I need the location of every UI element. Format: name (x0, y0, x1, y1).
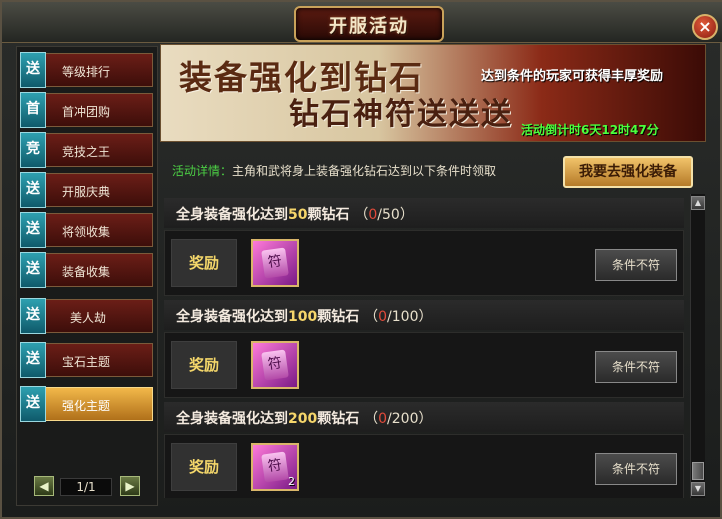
sidebar-item-general-collect[interactable]: 送 将领收集 (20, 212, 153, 248)
progress-total: /200） (387, 411, 433, 427)
claim-status-button[interactable]: 条件不符 (595, 453, 677, 485)
task-body: 奖励 符 条件不符 (164, 332, 684, 398)
progress-current: 0 (378, 411, 388, 427)
reward-label: 奖励 (171, 443, 237, 491)
task-prefix: 全身装备强化达到 (176, 207, 288, 223)
sidebar-item-beauty[interactable]: 送 美人劫 (20, 298, 153, 334)
progress-open: （ (354, 207, 369, 223)
rune-reward-icon[interactable]: 符 2 (251, 443, 299, 491)
banner-subheadline: 钻石神符送送送 (289, 97, 513, 132)
progress-current: 0 (368, 207, 378, 223)
progress-open: （ (364, 411, 379, 427)
scroll-down-icon[interactable]: ▼ (691, 482, 705, 496)
task-list: 全身装备强化达到50颗钻石 （0/50） 奖励 符 条件不符 全身装备强化达到1… (160, 194, 688, 498)
task-row: 全身装备强化达到50颗钻石 （0/50） 奖励 符 条件不符 (164, 198, 684, 298)
sidebar-item-gem-theme[interactable]: 送 宝石主题 (20, 342, 153, 378)
sidebar-item-first-charge[interactable]: 首 首冲团购 (20, 92, 153, 128)
progress-open: （ (364, 309, 379, 325)
task-title: 全身装备强化达到100颗钻石 （0/100） (176, 306, 432, 326)
sidebar-item-label: 开服庆典 (62, 185, 111, 199)
claim-status-button[interactable]: 条件不符 (595, 249, 677, 281)
close-icon[interactable]: × (692, 14, 718, 40)
sidebar-item-label: 首冲团购 (62, 105, 111, 119)
event-banner: 装备强化到钻石 钻石神符送送送 达到条件的玩家可获得丰厚奖励 活动倒计时6天12… (160, 44, 706, 142)
sidebar-item-label: 等级排行 (62, 65, 111, 79)
window-title: 开服活动 (329, 16, 409, 37)
gift-badge-icon: 送 (20, 52, 46, 88)
task-target-number: 100 (288, 309, 318, 325)
gift-badge-icon: 送 (20, 386, 46, 422)
rune-reward-icon[interactable]: 符 (251, 239, 299, 287)
gift-badge-icon: 送 (20, 212, 46, 248)
task-target-number: 50 (288, 207, 308, 223)
task-title: 全身装备强化达到200颗钻石 （0/200） (176, 408, 432, 428)
sidebar-item-equip-collect[interactable]: 送 装备收集 (20, 252, 153, 288)
task-header: 全身装备强化达到100颗钻石 （0/100） (164, 300, 684, 330)
task-row: 全身装备强化达到100颗钻石 （0/100） 奖励 符 条件不符 (164, 300, 684, 400)
sidebar-item-label: 宝石主题 (62, 355, 111, 369)
progress-current: 0 (378, 309, 388, 325)
claim-status-button[interactable]: 条件不符 (595, 351, 677, 383)
detail-label: 活动详情： (172, 164, 233, 178)
compete-badge-icon: 竞 (20, 132, 46, 168)
go-enhance-button[interactable]: 我要去强化装备 (563, 156, 693, 188)
first-badge-icon: 首 (20, 92, 46, 128)
gift-badge-icon: 送 (20, 342, 46, 378)
task-prefix: 全身装备强化达到 (176, 411, 288, 427)
page-indicator: 1/1 (60, 478, 112, 496)
task-suffix: 颗钻石 (317, 309, 360, 325)
task-row: 全身装备强化达到200颗钻石 （0/200） 奖励 符 2 条件不符 (164, 402, 684, 498)
task-prefix: 全身装备强化达到 (176, 309, 288, 325)
task-header: 全身装备强化达到200颗钻石 （0/200） (164, 402, 684, 432)
task-suffix: 颗钻石 (307, 207, 350, 223)
progress-total: /100） (387, 309, 433, 325)
reward-qty: 2 (288, 475, 295, 488)
task-title: 全身装备强化达到50颗钻石 （0/50） (176, 204, 414, 224)
task-body: 奖励 符 条件不符 (164, 230, 684, 296)
gift-badge-icon: 送 (20, 172, 46, 208)
task-progress: （0/100） (364, 309, 432, 325)
gift-badge-icon: 送 (20, 298, 46, 334)
next-page-button[interactable]: ▶ (120, 476, 140, 496)
task-target-number: 200 (288, 411, 318, 427)
reward-label: 奖励 (171, 341, 237, 389)
sidebar-item-label: 美人劫 (70, 311, 107, 325)
title-plate: 开服活动 (294, 6, 444, 42)
event-window: 开服活动 × 送 等级排行 首 首冲团购 竞 竞技之王 送 开服庆典 送 将领收… (0, 0, 722, 519)
progress-total: /50） (377, 207, 414, 223)
rune-glyph: 符 (261, 451, 289, 483)
sidebar-pager: ◀ 1/1 ▶ (20, 474, 152, 500)
reward-label: 奖励 (171, 239, 237, 287)
scroll-thumb[interactable] (692, 462, 704, 480)
rune-glyph: 符 (261, 349, 289, 381)
sidebar: 送 等级排行 首 首冲团购 竞 竞技之王 送 开服庆典 送 将领收集 送 装备收… (16, 46, 158, 506)
sidebar-item-label: 将领收集 (62, 225, 111, 239)
event-detail: 活动详情：主角和武将身上装备强化钻石达到以下条件时领取 (172, 162, 496, 179)
sidebar-item-arena-king[interactable]: 竞 竞技之王 (20, 132, 153, 168)
detail-text: 主角和武将身上装备强化钻石达到以下条件时领取 (232, 164, 497, 178)
event-countdown: 活动倒计时6天12时47分 (521, 123, 659, 137)
sidebar-item-label: 竞技之王 (62, 145, 111, 159)
sidebar-item-enhance-theme[interactable]: 送 强化主题 (20, 386, 153, 422)
task-suffix: 颗钻石 (317, 411, 360, 427)
task-header: 全身装备强化达到50颗钻石 （0/50） (164, 198, 684, 228)
rune-glyph: 符 (261, 247, 289, 279)
sidebar-item-level-rank[interactable]: 送 等级排行 (20, 52, 153, 88)
task-progress: （0/50） (354, 207, 413, 223)
sidebar-item-opening-celebration[interactable]: 送 开服庆典 (20, 172, 153, 208)
task-body: 奖励 符 2 条件不符 (164, 434, 684, 498)
prev-page-button[interactable]: ◀ (34, 476, 54, 496)
task-progress: （0/200） (364, 411, 432, 427)
sidebar-item-label: 强化主题 (62, 399, 111, 413)
sidebar-item-label: 装备收集 (62, 265, 111, 279)
rune-reward-icon[interactable]: 符 (251, 341, 299, 389)
gift-badge-icon: 送 (20, 252, 46, 288)
scroll-up-icon[interactable]: ▲ (691, 196, 705, 210)
banner-reward-note: 达到条件的玩家可获得丰厚奖励 (481, 69, 664, 84)
task-list-scrollbar[interactable]: ▲ ▼ (690, 194, 705, 498)
